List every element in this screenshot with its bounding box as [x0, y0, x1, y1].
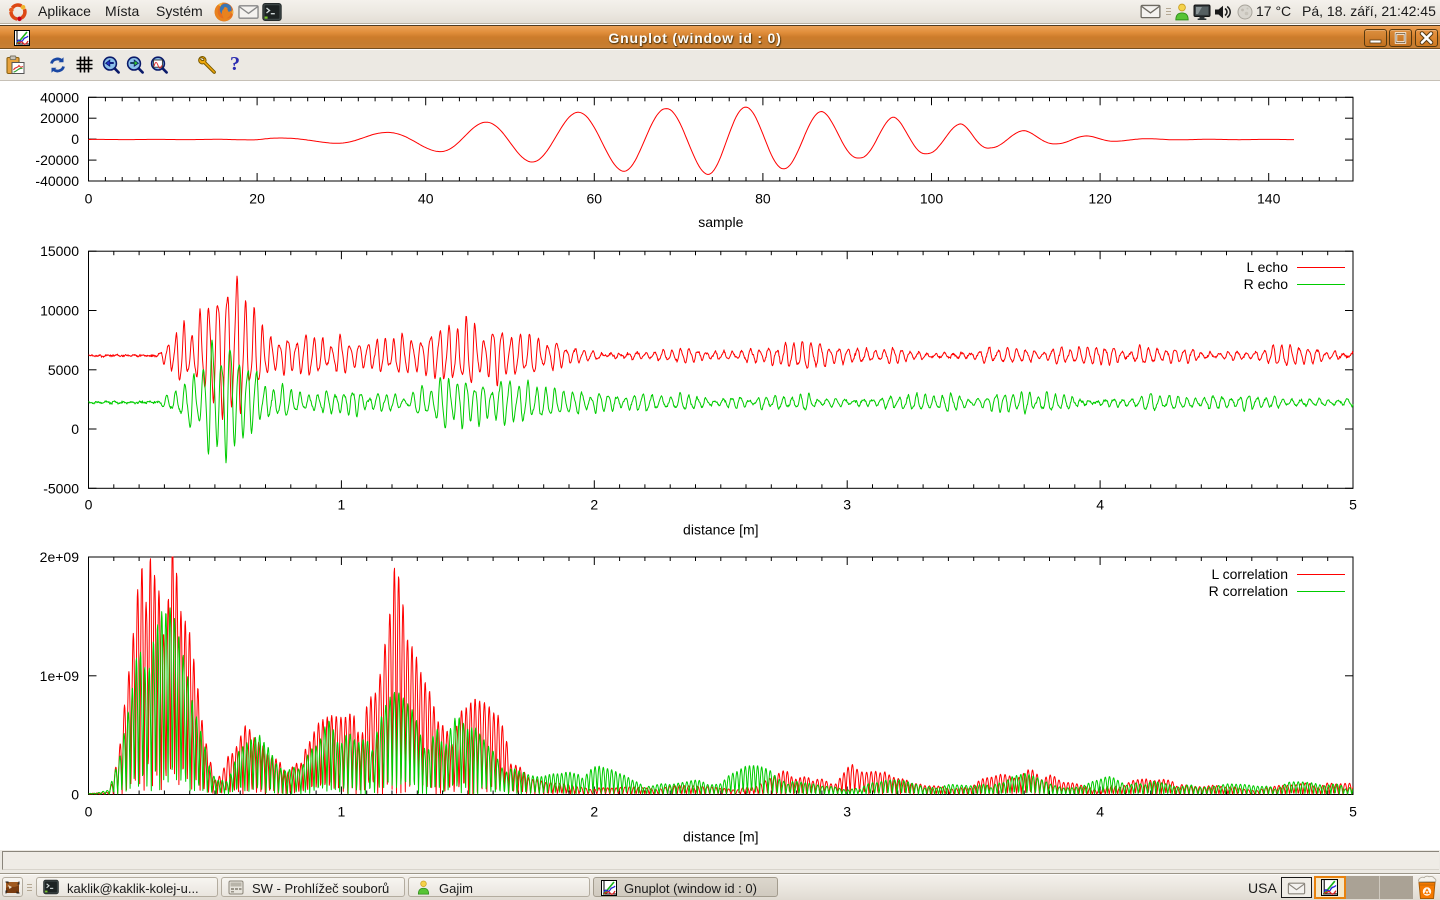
svg-text:5000: 5000: [48, 362, 79, 378]
svg-text:2: 2: [590, 804, 598, 820]
svg-text:0: 0: [71, 421, 79, 437]
svg-text:5: 5: [1349, 497, 1357, 513]
svg-text:40: 40: [418, 191, 434, 207]
svg-text:20000: 20000: [40, 110, 79, 126]
svg-text:R echo: R echo: [1244, 276, 1289, 292]
svg-text:120: 120: [1088, 191, 1112, 207]
svg-text:15000: 15000: [40, 243, 79, 259]
svg-text:5: 5: [1349, 804, 1357, 820]
svg-text:4: 4: [1096, 804, 1104, 820]
svg-text:-5000: -5000: [43, 480, 79, 496]
svg-text:0: 0: [71, 131, 79, 147]
svg-text:1: 1: [338, 804, 346, 820]
svg-text:10000: 10000: [40, 303, 79, 319]
svg-text:L echo: L echo: [1246, 259, 1288, 275]
svg-text:0: 0: [71, 787, 79, 803]
svg-text:80: 80: [755, 191, 771, 207]
svg-text:-20000: -20000: [35, 152, 79, 168]
svg-text:140: 140: [1257, 191, 1281, 207]
svg-text:4: 4: [1096, 497, 1104, 513]
svg-text:distance [m]: distance [m]: [683, 829, 758, 845]
svg-text:3: 3: [843, 804, 851, 820]
svg-text:2: 2: [590, 497, 598, 513]
svg-text:R correlation: R correlation: [1209, 583, 1288, 599]
svg-text:3: 3: [843, 497, 851, 513]
svg-text:0: 0: [85, 804, 93, 820]
svg-text:-40000: -40000: [35, 173, 79, 189]
svg-text:L correlation: L correlation: [1211, 566, 1288, 582]
svg-text:40000: 40000: [40, 89, 79, 105]
svg-text:1e+09: 1e+09: [40, 668, 80, 684]
svg-text:distance [m]: distance [m]: [683, 522, 758, 538]
svg-text:0: 0: [85, 191, 93, 207]
svg-text:100: 100: [920, 191, 944, 207]
svg-text:60: 60: [587, 191, 603, 207]
svg-text:20: 20: [249, 191, 265, 207]
svg-text:1: 1: [338, 497, 346, 513]
svg-text:2e+09: 2e+09: [40, 549, 80, 565]
svg-text:sample: sample: [698, 214, 743, 230]
svg-text:0: 0: [85, 497, 93, 513]
